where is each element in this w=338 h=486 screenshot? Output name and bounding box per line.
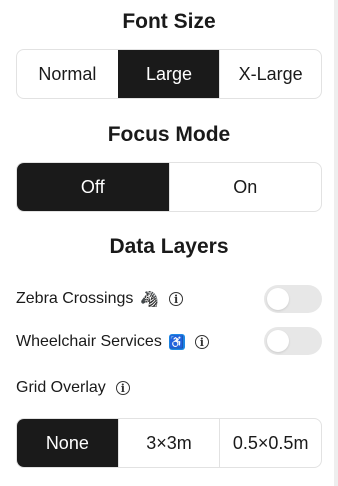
wheelchair-icon: ♿: [168, 334, 185, 350]
grid-overlay-row: Grid Overlay i: [16, 377, 130, 399]
zebra-crossings-label: Zebra Crossings: [16, 290, 134, 307]
data-layers-title: Data Layers: [109, 235, 229, 258]
grid-info-icon[interactable]: i: [115, 381, 130, 395]
zebra-crossings-row: Zebra Crossings 🦓 i: [16, 288, 184, 310]
wheelchair-services-toggle[interactable]: [264, 327, 322, 355]
grid-3x3m-button[interactable]: 3×3m: [117, 419, 220, 467]
font-size-title: Font Size: [122, 10, 216, 33]
toggle-knob: [267, 288, 289, 310]
focus-mode-on-button[interactable]: On: [168, 163, 322, 211]
focus-mode-off-button[interactable]: Off: [17, 163, 169, 211]
focus-mode-segmented-control: Off On: [16, 162, 322, 212]
font-size-normal-button[interactable]: Normal: [17, 50, 118, 98]
zebra-emoji-icon: 🦓: [140, 291, 160, 308]
grid-overlay-label: Grid Overlay: [16, 379, 106, 396]
grid-none-button[interactable]: None: [17, 419, 118, 467]
zebra-crossings-toggle[interactable]: [264, 285, 322, 313]
font-size-large-button[interactable]: Large: [117, 50, 220, 98]
font-size-xlarge-button[interactable]: X-Large: [219, 50, 321, 98]
wheelchair-services-row: Wheelchair Services ♿ i: [16, 331, 209, 353]
zebra-info-icon[interactable]: i: [169, 292, 184, 306]
grid-0-5x0-5m-button[interactable]: 0.5×0.5m: [219, 419, 321, 467]
font-size-segmented-control: Normal Large X-Large: [16, 49, 322, 99]
focus-mode-title: Focus Mode: [107, 123, 231, 146]
wheelchair-services-label: Wheelchair Services: [16, 333, 162, 350]
grid-overlay-segmented-control: None 3×3m 0.5×0.5m: [16, 418, 322, 468]
toggle-knob: [267, 330, 289, 352]
wheelchair-info-icon[interactable]: i: [194, 335, 209, 349]
